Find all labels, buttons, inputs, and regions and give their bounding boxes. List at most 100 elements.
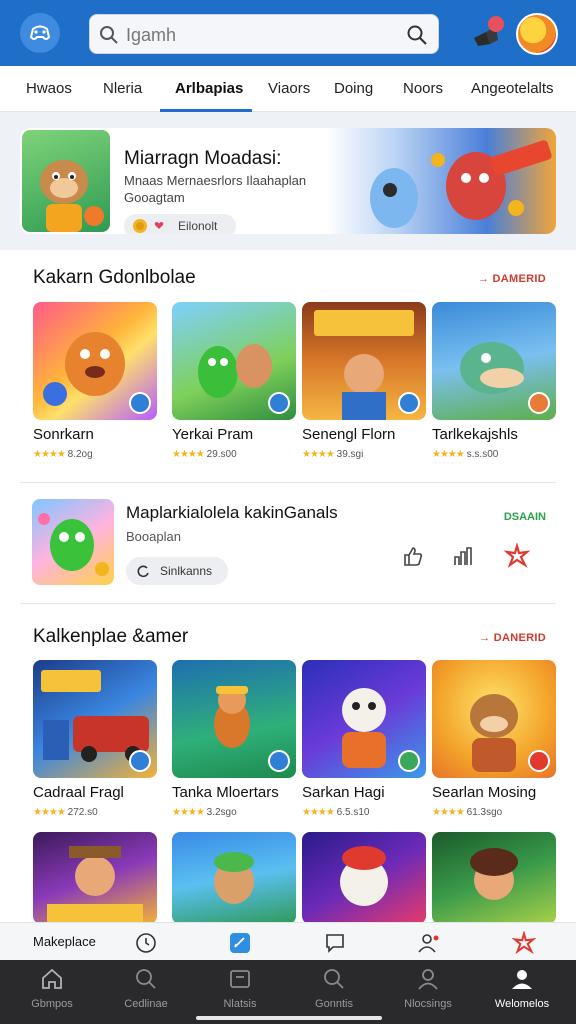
game-platform-badge xyxy=(528,392,550,414)
star-burst-icon xyxy=(504,543,530,569)
banner-character-image xyxy=(22,130,110,232)
toolbar-chat-button[interactable] xyxy=(323,931,347,955)
game-platform-badge xyxy=(398,750,420,772)
edit-square-icon xyxy=(230,933,250,953)
rating-stars-icon: ★★★★ xyxy=(302,807,335,818)
nav-label: Gonntis xyxy=(315,998,353,1010)
tab-nleria[interactable]: Nleria xyxy=(103,80,142,97)
banner-subtitle: Mnaas Mernaesrlors Ilaahaplan Gooagtam xyxy=(124,173,307,205)
game-thumbnail xyxy=(302,660,426,778)
rating-stars-icon: ★★★★ xyxy=(302,449,335,460)
featured-game-row[interactable]: Maplarkialolela kakinGanals Booaplan Sin… xyxy=(20,482,556,604)
nav-item-library[interactable]: Nlatsis xyxy=(192,966,288,1018)
game-title: Yerkai Pram xyxy=(172,426,254,443)
nav-label: Gbmpos xyxy=(31,998,73,1010)
game-thumbnail xyxy=(302,832,426,924)
game-thumbnail xyxy=(432,660,556,778)
rating-stars-icon: ★★★★ xyxy=(172,449,205,460)
nav-label: Welomelos xyxy=(494,998,550,1010)
game-title: Tanka Mloertars xyxy=(172,784,279,801)
library-icon xyxy=(230,970,250,988)
profile-icon xyxy=(512,970,532,989)
like-button[interactable] xyxy=(400,543,426,569)
notifications-button[interactable] xyxy=(468,14,508,54)
game-thumbnail xyxy=(33,302,157,420)
tab-viaors[interactable]: Viaors xyxy=(268,80,310,97)
game-platform-badge xyxy=(528,750,550,772)
banner-chip-button[interactable]: Eilonolt xyxy=(124,214,236,234)
tab-arlbapias[interactable]: Arlbapias xyxy=(175,80,243,97)
game-platform-badge xyxy=(268,750,290,772)
toolbar-timer-button[interactable] xyxy=(134,931,158,955)
game-thumbnail xyxy=(172,302,296,420)
nav-label: Cedlinae xyxy=(124,998,168,1010)
nav-item-profile[interactable]: Welomelos xyxy=(474,966,570,1018)
search-input[interactable] xyxy=(126,21,396,49)
user-avatar[interactable] xyxy=(516,13,558,55)
nav-item-search[interactable]: Cedlinae xyxy=(98,966,194,1018)
game-title: Senengl Florn xyxy=(302,426,396,443)
section-title: Kalkenplae &amer xyxy=(33,626,189,647)
top-app-bar xyxy=(0,0,576,66)
game-title: Sarkan Hagi xyxy=(302,784,385,801)
search-icon xyxy=(100,26,118,44)
game-title: Sonrkarn xyxy=(33,426,94,443)
featured-chip-label: Sinlkanns xyxy=(160,564,213,578)
game-platform-badge xyxy=(129,750,151,772)
nav-item-social[interactable]: Nlocsings xyxy=(380,966,476,1018)
category-tabs: Hwaos Nleria Arlbapias Viaors Doing Noor… xyxy=(0,66,576,112)
tab-hwaos[interactable]: Hwaos xyxy=(26,80,72,97)
game-platform-badge xyxy=(268,392,290,414)
rating-stars-icon: ★★★★ xyxy=(33,807,66,818)
marketplace-toolbar: Makeplace xyxy=(0,922,576,960)
thumbs-up-icon xyxy=(404,547,423,566)
featured-game-title: Maplarkialolela kakinGanals xyxy=(126,503,338,522)
game-platform-badge xyxy=(129,392,151,414)
featured-install-link[interactable]: DSAAIN xyxy=(504,511,546,523)
banner-title: Miarragn Moadasi: xyxy=(124,148,282,169)
game-rating: ★★★★ 8.2og xyxy=(33,449,93,460)
toolbar-label: Makeplace xyxy=(33,934,96,949)
game-rating: ★★★★ 61.3sgo xyxy=(432,807,503,818)
search-submit-icon[interactable] xyxy=(406,24,428,46)
game-rating: ★★★★ s.s.s00 xyxy=(432,449,499,460)
nav-item-discover[interactable]: Gonntis xyxy=(286,966,382,1018)
tab-angeotelalts[interactable]: Angeotelalts xyxy=(471,80,554,97)
section-see-all-link[interactable]: → DANERID xyxy=(479,632,546,644)
game-rating: ★★★★ 39.sgi xyxy=(302,449,364,460)
game-thumbnail xyxy=(302,302,426,420)
search-icon xyxy=(136,969,156,989)
game-thumbnail xyxy=(172,832,296,924)
toolbar-friends-button[interactable] xyxy=(417,931,441,955)
search-icon xyxy=(324,969,344,989)
game-thumbnail xyxy=(432,832,556,924)
user-icon xyxy=(418,969,438,990)
featured-chip-button[interactable]: Sinlkanns xyxy=(126,557,228,585)
app-logo-button[interactable] xyxy=(20,13,60,53)
game-rating: ★★★★ 29.s00 xyxy=(172,449,237,460)
game-platform-badge xyxy=(398,392,420,414)
search-bar[interactable] xyxy=(89,14,439,54)
rating-stars-icon: ★★★★ xyxy=(432,807,465,818)
stats-button[interactable] xyxy=(450,543,476,569)
game-title: Searlan Mosing xyxy=(432,784,537,801)
toolbar-favorite-button[interactable] xyxy=(512,931,536,955)
gamepad-logo-icon xyxy=(29,25,51,40)
nav-item-home[interactable]: Gbmpos xyxy=(4,966,100,1018)
game-rating: ★★★★ 3.2sgo xyxy=(172,807,237,818)
section-title: Kakarn Gdonlbolae xyxy=(33,267,196,288)
tab-noors[interactable]: Noors xyxy=(403,80,443,97)
game-rating: ★★★★ 272.s0 xyxy=(33,807,98,818)
app-root: Hwaos Nleria Arlbapias Viaors Doing Noor… xyxy=(0,0,576,1024)
bottom-navigation: Gbmpos Cedlinae Nlatsis Gonntis Nlocsing… xyxy=(0,960,576,1024)
refresh-icon xyxy=(137,565,149,578)
section-see-all-link[interactable]: → DAMERID xyxy=(478,273,546,285)
tab-doing[interactable]: Doing xyxy=(334,80,373,97)
banner-chip-label: Eilonolt xyxy=(178,219,218,233)
favorite-button[interactable] xyxy=(504,543,530,569)
promo-area: Miarragn Moadasi: Mnaas Mernaesrlors Ila… xyxy=(0,112,576,250)
rating-stars-icon: ★★★★ xyxy=(172,807,205,818)
promo-banner[interactable]: Miarragn Moadasi: Mnaas Mernaesrlors Ila… xyxy=(20,128,556,234)
nav-label: Nlocsings xyxy=(404,998,452,1010)
toolbar-edit-button[interactable] xyxy=(228,931,252,955)
